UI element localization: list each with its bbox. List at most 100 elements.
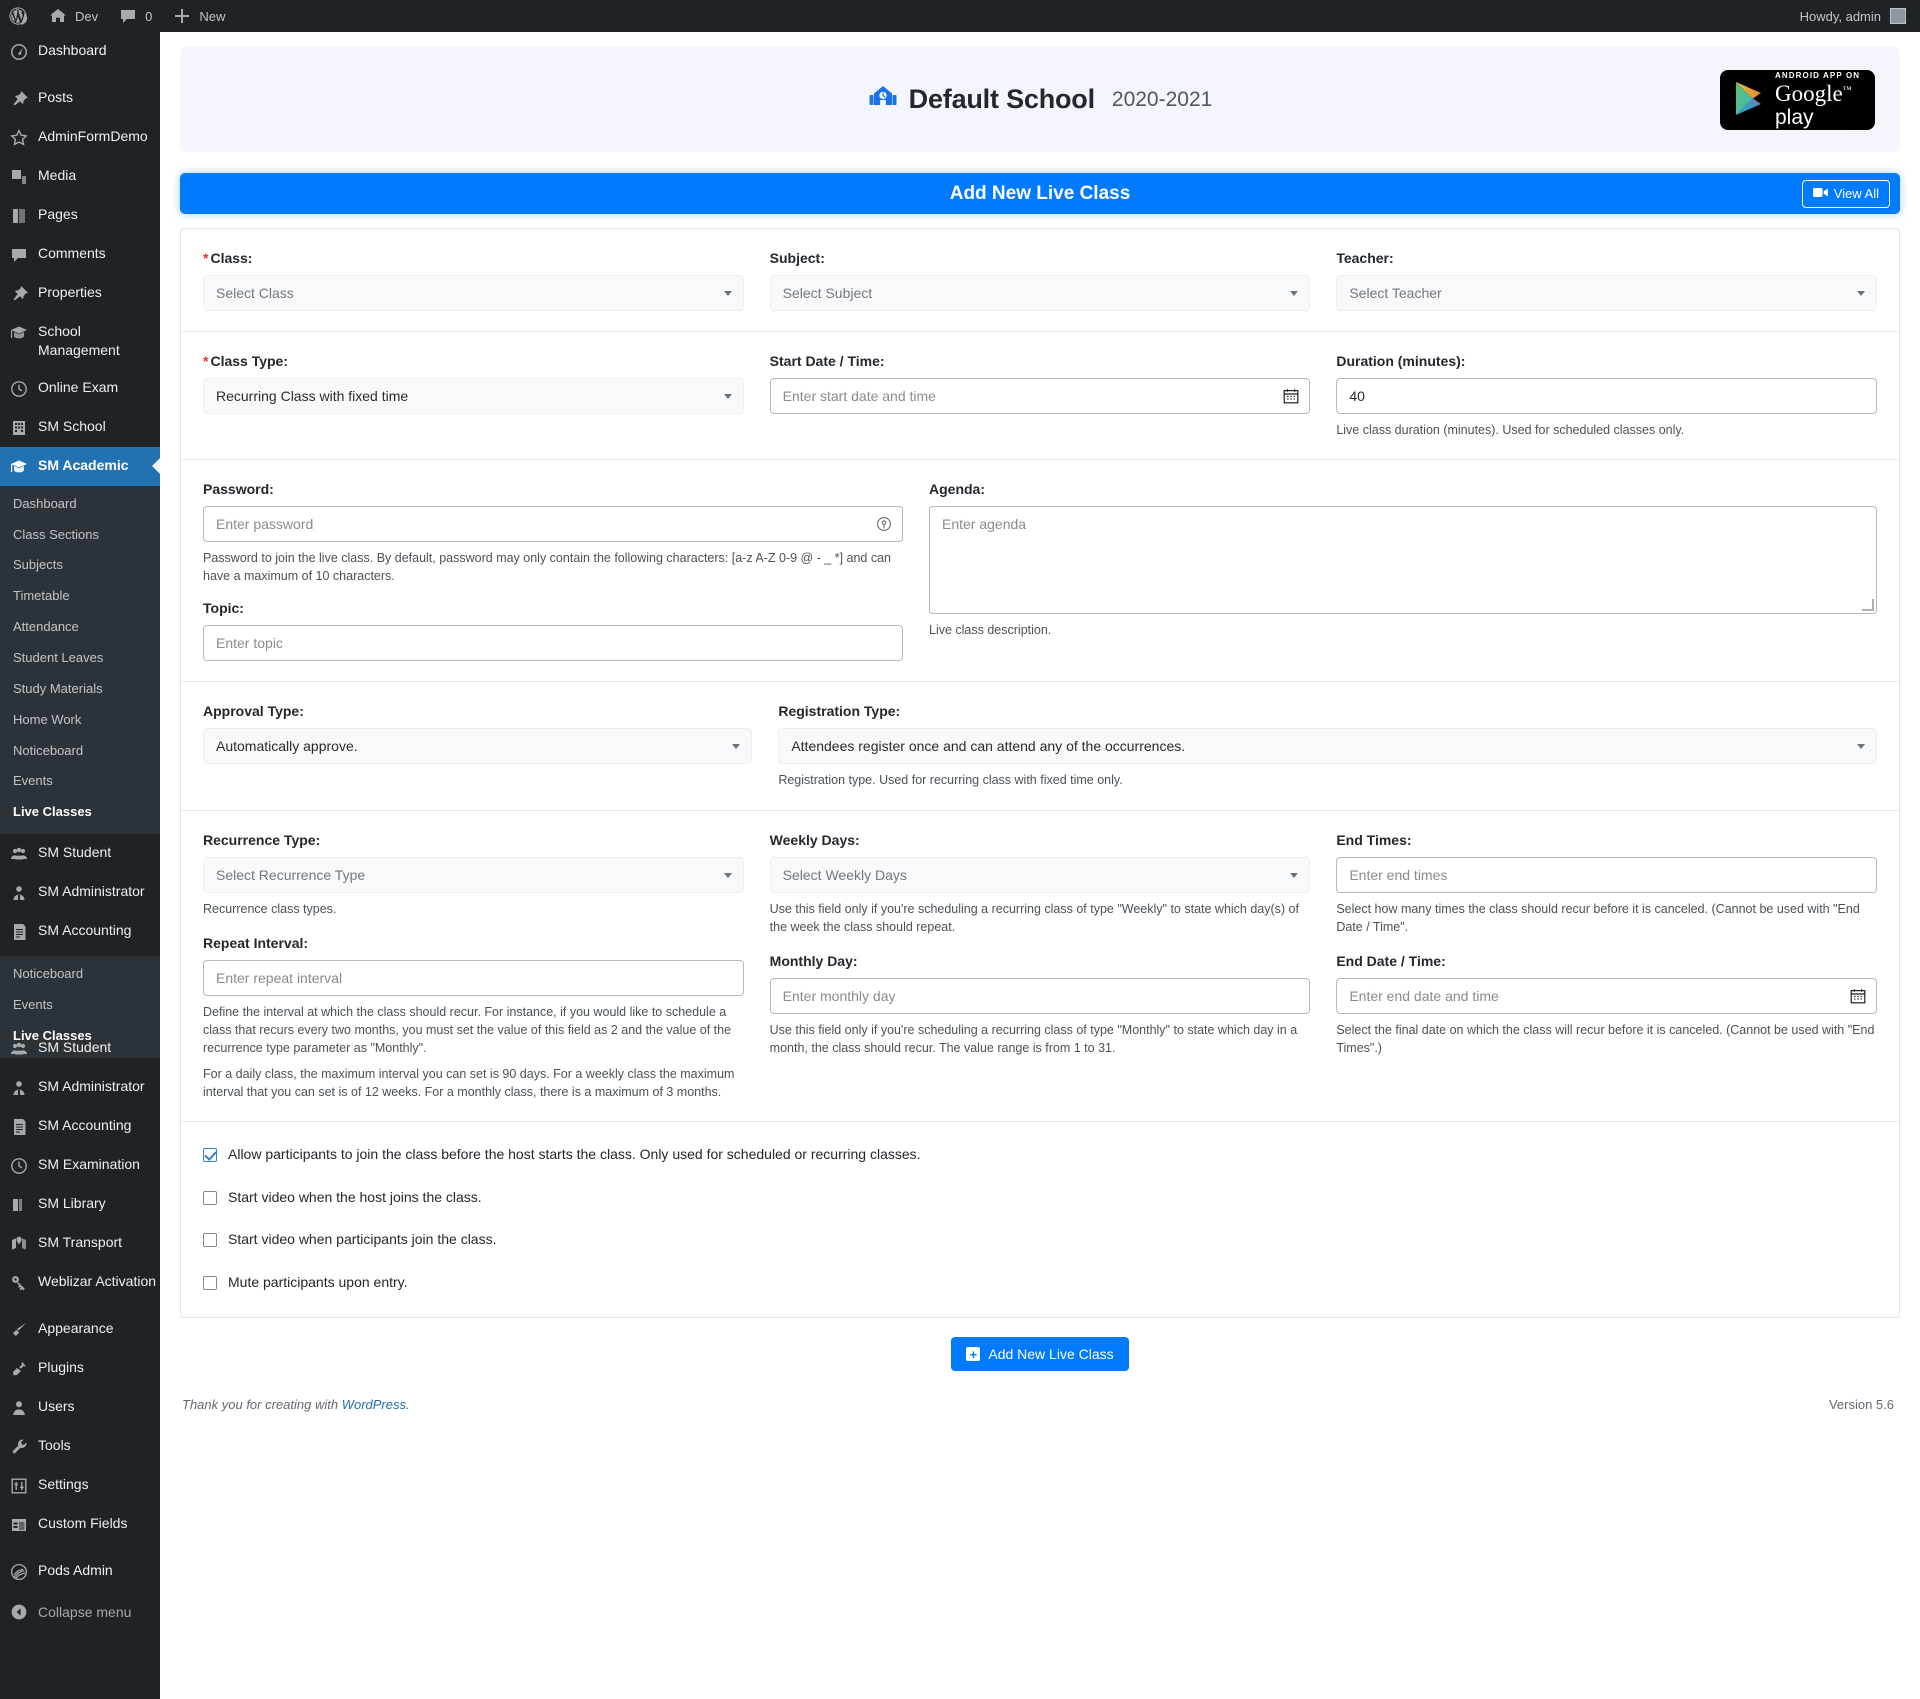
checkbox-start-video-host[interactable]	[203, 1190, 217, 1205]
user-badge-icon	[9, 883, 29, 903]
recurrence-type-select[interactable]: Select Recurrence Type	[203, 856, 744, 893]
checkbox-mute-on-entry[interactable]	[203, 1275, 217, 1290]
sidebar-item-sm-student[interactable]: SM Student	[0, 834, 160, 873]
password-input[interactable]: Enter password	[203, 506, 903, 543]
agenda-textarea[interactable]: Enter agenda	[929, 506, 1877, 615]
monthly-day-placeholder: Enter monthly day	[782, 987, 896, 1004]
sidebar-item-properties[interactable]: Properties	[0, 274, 160, 313]
sidebar-item-custom-fields[interactable]: Custom Fields	[0, 1505, 160, 1544]
sidebar-item-sm-school[interactable]: SM School	[0, 408, 160, 447]
sidebar-submenu-item-attendance[interactable]: Attendance	[0, 612, 160, 643]
view-all-button[interactable]: View All	[1801, 179, 1890, 208]
topic-input[interactable]: Enter topic	[203, 625, 903, 662]
checkbox-start-video-participants[interactable]	[203, 1233, 217, 1248]
sidebar-item-comments[interactable]: Comments	[0, 235, 160, 274]
end-datetime-input[interactable]: Enter end date and time	[1336, 977, 1877, 1014]
avatar[interactable]	[1890, 8, 1906, 24]
comments-menu[interactable]: 0	[108, 0, 162, 32]
sidebar-item-settings[interactable]: Settings	[0, 1466, 160, 1505]
sidebar-item-sm-administrator[interactable]: SM Administrator	[0, 873, 160, 912]
sidebar-submenu-item-subjects[interactable]: Subjects	[0, 550, 160, 581]
start-datetime-input[interactable]: Enter start date and time	[769, 378, 1311, 414]
site-name-menu[interactable]: Dev	[38, 0, 108, 32]
option-start-video-participants[interactable]: Start video when participants join the c…	[203, 1231, 1877, 1249]
class-type-select[interactable]: Recurring Class with fixed time	[203, 378, 744, 414]
end-times-input[interactable]: Enter end times	[1336, 856, 1877, 893]
sidebar-item-pods-admin[interactable]: Pods Admin	[0, 1552, 160, 1591]
sidebar-item-appearance[interactable]: Appearance	[0, 1310, 160, 1349]
footer-thanks-prefix: Thank you for creating with	[182, 1397, 342, 1413]
sidebar-item-school-management[interactable]: School Management	[0, 313, 160, 369]
sidebar-item-label: SM Library	[38, 1195, 106, 1212]
sidebar-submenu-item-events[interactable]: Events	[0, 990, 160, 1021]
sidebar-wp-group: Appearance Plugins Users Tools Settings	[0, 1310, 160, 1544]
sidebar-item-sm-academic[interactable]: SM Academic	[0, 446, 160, 486]
new-content-menu[interactable]: New	[162, 0, 235, 32]
sidebar-submenu-item-dashboard[interactable]: Dashboard	[0, 489, 160, 520]
field-teacher: Teacher: Select Teacher	[1336, 250, 1877, 311]
subject-select[interactable]: Select Subject	[769, 275, 1311, 311]
sidebar-item-plugins[interactable]: Plugins	[0, 1349, 160, 1388]
collapse-menu-button[interactable]: Collapse menu	[0, 1591, 160, 1633]
registration-type-select[interactable]: Attendees register once and can attend a…	[778, 728, 1877, 765]
chevron-down-icon	[732, 744, 741, 750]
sidebar-divider	[0, 1544, 160, 1552]
sidebar-item-pages[interactable]: Pages	[0, 196, 160, 235]
sidebar-item-weblizar-activation[interactable]: Weblizar Activation	[0, 1263, 160, 1302]
calendar-icon[interactable]	[1283, 388, 1299, 407]
option-allow-join-before-host[interactable]: Allow participants to join the class bef…	[203, 1146, 1877, 1164]
option-start-video-host[interactable]: Start video when the host joins the clas…	[203, 1189, 1877, 1207]
weekly-days-select[interactable]: Select Weekly Days	[769, 856, 1311, 893]
sidebar-item-sm-student-2[interactable]: SM Student	[0, 1029, 160, 1068]
repeat-interval-help-text-1: Define the interval at which the class s…	[203, 1004, 732, 1055]
wrench-icon	[9, 1437, 29, 1457]
howdy-label[interactable]: Howdy, admin	[1800, 9, 1881, 24]
google-play-badge[interactable]: ANDROID APP ON Google™ play	[1720, 69, 1875, 130]
sidebar-item-online-exam[interactable]: Online Exam	[0, 369, 160, 408]
option-mute-on-entry[interactable]: Mute participants upon entry.	[203, 1274, 1877, 1292]
end-times-placeholder: Enter end times	[1349, 866, 1448, 883]
field-start-datetime: Start Date / Time: Enter start date and …	[769, 353, 1311, 439]
sidebar-item-sm-accounting[interactable]: SM Accounting	[0, 912, 160, 951]
class-select[interactable]: Select Class	[203, 275, 744, 311]
monthly-day-help-text: Use this field only if you're scheduling…	[769, 1022, 1298, 1055]
sidebar-item-users[interactable]: Users	[0, 1388, 160, 1427]
user-badge-icon	[9, 1078, 29, 1098]
teacher-select[interactable]: Select Teacher	[1336, 275, 1877, 311]
registration-type-help-text: Registration type. Used for recurring cl…	[778, 773, 1123, 788]
checkbox-allow-join-before-host[interactable]	[203, 1148, 217, 1163]
user-icon	[9, 1398, 29, 1418]
sidebar-item-posts[interactable]: Posts	[0, 79, 160, 118]
sidebar-top-group: Dashboard Posts AdminFormDemo Media Page…	[0, 32, 160, 447]
sidebar-submenu-item-study-materials[interactable]: Study Materials	[0, 674, 160, 705]
sidebar-submenu-item-home-work[interactable]: Home Work	[0, 705, 160, 736]
sidebar-submenu-item-noticeboard[interactable]: Noticeboard	[0, 736, 160, 767]
add-new-live-class-button[interactable]: + Add New Live Class	[951, 1337, 1129, 1372]
sidebar-item-media[interactable]: Media	[0, 157, 160, 196]
sidebar-submenu-item-class-sections[interactable]: Class Sections	[0, 520, 160, 551]
sidebar-submenu-item-noticeboard[interactable]: Noticeboard	[0, 959, 160, 990]
sidebar-item-adminformdemo[interactable]: AdminFormDemo	[0, 118, 160, 157]
sidebar-item-label: SM Examination	[38, 1156, 140, 1173]
sidebar-submenu-item-events[interactable]: Events	[0, 766, 160, 797]
wordpress-link[interactable]: WordPress	[342, 1397, 406, 1412]
sidebar-submenu-item-student-leaves[interactable]: Student Leaves	[0, 643, 160, 674]
sidebar-item-tools[interactable]: Tools	[0, 1427, 160, 1466]
sidebar-item-sm-examination-2[interactable]: SM Examination	[0, 1146, 160, 1185]
calendar-icon[interactable]	[1850, 988, 1866, 1007]
sidebar-item-sm-accounting-2[interactable]: SM Accounting	[0, 1107, 160, 1146]
repeat-interval-input[interactable]: Enter repeat interval	[203, 959, 744, 996]
password-reveal-icon[interactable]	[876, 516, 892, 535]
sidebar-item-sm-administrator-2[interactable]: SM Administrator	[0, 1068, 160, 1107]
field-label-password: Password:	[203, 481, 274, 498]
monthly-day-input[interactable]: Enter monthly day	[769, 977, 1311, 1014]
approval-type-select[interactable]: Automatically approve.	[203, 728, 753, 765]
sidebar-submenu-item-timetable[interactable]: Timetable	[0, 581, 160, 612]
sidebar-item-sm-library-2[interactable]: SM Library	[0, 1185, 160, 1224]
sidebar-item-dashboard[interactable]: Dashboard	[0, 32, 160, 71]
wp-logo-menu[interactable]	[0, 0, 38, 32]
duration-input[interactable]: 40	[1336, 378, 1877, 414]
sidebar-submenu-item-live-classes[interactable]: Live Classes	[0, 797, 160, 828]
sidebar-item-sm-transport[interactable]: SM Transport	[0, 1224, 160, 1263]
field-label-weekly-days: Weekly Days:	[769, 831, 860, 848]
